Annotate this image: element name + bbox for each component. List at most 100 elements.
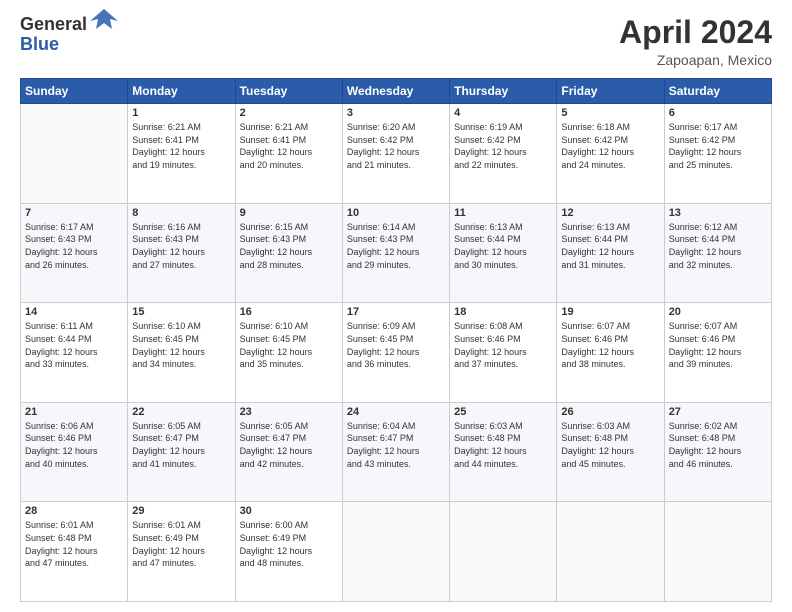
day-info: Sunrise: 6:01 AM Sunset: 6:48 PM Dayligh… <box>25 519 123 569</box>
day-number: 14 <box>25 306 123 318</box>
month-title: April 2024 <box>619 15 772 50</box>
title-block: April 2024 Zapoapan, Mexico <box>619 15 772 68</box>
calendar-cell <box>21 104 128 204</box>
day-number: 15 <box>132 306 230 318</box>
day-info: Sunrise: 6:13 AM Sunset: 6:44 PM Dayligh… <box>454 221 552 271</box>
calendar-cell: 1 Sunrise: 6:21 AM Sunset: 6:41 PM Daylig… <box>128 104 235 204</box>
calendar-cell: 4 Sunrise: 6:19 AM Sunset: 6:42 PM Daylig… <box>450 104 557 204</box>
calendar-cell <box>664 502 771 602</box>
day-info: Sunrise: 6:07 AM Sunset: 6:46 PM Dayligh… <box>669 320 767 370</box>
logo-general: General <box>20 15 87 35</box>
calendar-cell: 24 Sunrise: 6:04 AM Sunset: 6:47 PM Dayli… <box>342 402 449 502</box>
day-info: Sunrise: 6:21 AM Sunset: 6:41 PM Dayligh… <box>240 121 338 171</box>
page: General Blue April 2024 Zapoapan, Mexico… <box>0 0 792 612</box>
day-number: 19 <box>561 306 659 318</box>
day-info: Sunrise: 6:08 AM Sunset: 6:46 PM Dayligh… <box>454 320 552 370</box>
day-info: Sunrise: 6:00 AM Sunset: 6:49 PM Dayligh… <box>240 519 338 569</box>
logo: General Blue <box>20 15 118 55</box>
day-number: 11 <box>454 207 552 219</box>
day-info: Sunrise: 6:07 AM Sunset: 6:46 PM Dayligh… <box>561 320 659 370</box>
day-info: Sunrise: 6:12 AM Sunset: 6:44 PM Dayligh… <box>669 221 767 271</box>
day-number: 4 <box>454 107 552 119</box>
day-number: 5 <box>561 107 659 119</box>
calendar-header-thursday: Thursday <box>450 79 557 104</box>
day-info: Sunrise: 6:15 AM Sunset: 6:43 PM Dayligh… <box>240 221 338 271</box>
day-info: Sunrise: 6:06 AM Sunset: 6:46 PM Dayligh… <box>25 420 123 470</box>
day-number: 9 <box>240 207 338 219</box>
header: General Blue April 2024 Zapoapan, Mexico <box>20 15 772 68</box>
day-number: 24 <box>347 406 445 418</box>
day-info: Sunrise: 6:17 AM Sunset: 6:43 PM Dayligh… <box>25 221 123 271</box>
logo-text: General Blue <box>20 15 118 55</box>
day-info: Sunrise: 6:21 AM Sunset: 6:41 PM Dayligh… <box>132 121 230 171</box>
location: Zapoapan, Mexico <box>619 52 772 68</box>
calendar-week-row: 7 Sunrise: 6:17 AM Sunset: 6:43 PM Daylig… <box>21 203 772 303</box>
calendar-cell <box>557 502 664 602</box>
calendar-cell: 7 Sunrise: 6:17 AM Sunset: 6:43 PM Daylig… <box>21 203 128 303</box>
day-info: Sunrise: 6:03 AM Sunset: 6:48 PM Dayligh… <box>454 420 552 470</box>
day-number: 10 <box>347 207 445 219</box>
calendar-header-monday: Monday <box>128 79 235 104</box>
calendar-cell <box>450 502 557 602</box>
day-info: Sunrise: 6:11 AM Sunset: 6:44 PM Dayligh… <box>25 320 123 370</box>
calendar-cell: 2 Sunrise: 6:21 AM Sunset: 6:41 PM Daylig… <box>235 104 342 204</box>
day-number: 17 <box>347 306 445 318</box>
calendar-cell: 3Sunrise: 6:20 AM Sunset: 6:42 PM Daylig… <box>342 104 449 204</box>
day-info: Sunrise: 6:17 AM Sunset: 6:42 PM Dayligh… <box>669 121 767 171</box>
day-info: Sunrise: 6:19 AM Sunset: 6:42 PM Dayligh… <box>454 121 552 171</box>
day-number: 29 <box>132 505 230 517</box>
calendar-week-row: 28 Sunrise: 6:01 AM Sunset: 6:48 PM Dayli… <box>21 502 772 602</box>
day-number: 30 <box>240 505 338 517</box>
day-info: Sunrise: 6:16 AM Sunset: 6:43 PM Dayligh… <box>132 221 230 271</box>
calendar-cell: 14 Sunrise: 6:11 AM Sunset: 6:44 PM Dayli… <box>21 303 128 403</box>
calendar-cell: 9 Sunrise: 6:15 AM Sunset: 6:43 PM Daylig… <box>235 203 342 303</box>
calendar-table: SundayMondayTuesdayWednesdayThursdayFrid… <box>20 78 772 602</box>
calendar-cell: 8 Sunrise: 6:16 AM Sunset: 6:43 PM Daylig… <box>128 203 235 303</box>
day-info: Sunrise: 6:10 AM Sunset: 6:45 PM Dayligh… <box>132 320 230 370</box>
day-number: 23 <box>240 406 338 418</box>
calendar-cell: 20 Sunrise: 6:07 AM Sunset: 6:46 PM Dayli… <box>664 303 771 403</box>
calendar-cell: 16Sunrise: 6:10 AM Sunset: 6:45 PM Dayli… <box>235 303 342 403</box>
day-number: 27 <box>669 406 767 418</box>
day-number: 26 <box>561 406 659 418</box>
day-number: 8 <box>132 207 230 219</box>
calendar-cell: 15 Sunrise: 6:10 AM Sunset: 6:45 PM Dayli… <box>128 303 235 403</box>
calendar-cell: 28 Sunrise: 6:01 AM Sunset: 6:48 PM Dayli… <box>21 502 128 602</box>
calendar-cell: 30 Sunrise: 6:00 AM Sunset: 6:49 PM Dayli… <box>235 502 342 602</box>
day-info: Sunrise: 6:10 AM Sunset: 6:45 PM Dayligh… <box>240 320 338 370</box>
day-number: 28 <box>25 505 123 517</box>
calendar-header-saturday: Saturday <box>664 79 771 104</box>
calendar-cell: 17Sunrise: 6:09 AM Sunset: 6:45 PM Dayli… <box>342 303 449 403</box>
day-number: 2 <box>240 107 338 119</box>
logo-bird-icon <box>90 7 118 35</box>
logo-blue: Blue <box>20 34 59 54</box>
calendar-cell: 10 Sunrise: 6:14 AM Sunset: 6:43 PM Dayli… <box>342 203 449 303</box>
calendar-cell: 29Sunrise: 6:01 AM Sunset: 6:49 PM Dayli… <box>128 502 235 602</box>
day-info: Sunrise: 6:14 AM Sunset: 6:43 PM Dayligh… <box>347 221 445 271</box>
calendar-cell: 22Sunrise: 6:05 AM Sunset: 6:47 PM Dayli… <box>128 402 235 502</box>
day-info: Sunrise: 6:05 AM Sunset: 6:47 PM Dayligh… <box>240 420 338 470</box>
calendar-cell: 6 Sunrise: 6:17 AM Sunset: 6:42 PM Daylig… <box>664 104 771 204</box>
day-number: 1 <box>132 107 230 119</box>
day-number: 3 <box>347 107 445 119</box>
day-info: Sunrise: 6:18 AM Sunset: 6:42 PM Dayligh… <box>561 121 659 171</box>
calendar-header-tuesday: Tuesday <box>235 79 342 104</box>
calendar-cell: 11 Sunrise: 6:13 AM Sunset: 6:44 PM Dayli… <box>450 203 557 303</box>
calendar-header-sunday: Sunday <box>21 79 128 104</box>
day-number: 7 <box>25 207 123 219</box>
calendar-cell: 21 Sunrise: 6:06 AM Sunset: 6:46 PM Dayli… <box>21 402 128 502</box>
calendar-cell: 13Sunrise: 6:12 AM Sunset: 6:44 PM Dayli… <box>664 203 771 303</box>
day-info: Sunrise: 6:02 AM Sunset: 6:48 PM Dayligh… <box>669 420 767 470</box>
day-info: Sunrise: 6:13 AM Sunset: 6:44 PM Dayligh… <box>561 221 659 271</box>
day-number: 18 <box>454 306 552 318</box>
calendar-cell: 23 Sunrise: 6:05 AM Sunset: 6:47 PM Dayli… <box>235 402 342 502</box>
calendar-cell: 19 Sunrise: 6:07 AM Sunset: 6:46 PM Dayli… <box>557 303 664 403</box>
calendar-week-row: 1 Sunrise: 6:21 AM Sunset: 6:41 PM Daylig… <box>21 104 772 204</box>
day-info: Sunrise: 6:04 AM Sunset: 6:47 PM Dayligh… <box>347 420 445 470</box>
calendar-cell: 25Sunrise: 6:03 AM Sunset: 6:48 PM Dayli… <box>450 402 557 502</box>
day-number: 20 <box>669 306 767 318</box>
day-info: Sunrise: 6:05 AM Sunset: 6:47 PM Dayligh… <box>132 420 230 470</box>
calendar-week-row: 14 Sunrise: 6:11 AM Sunset: 6:44 PM Dayli… <box>21 303 772 403</box>
day-number: 21 <box>25 406 123 418</box>
day-number: 6 <box>669 107 767 119</box>
